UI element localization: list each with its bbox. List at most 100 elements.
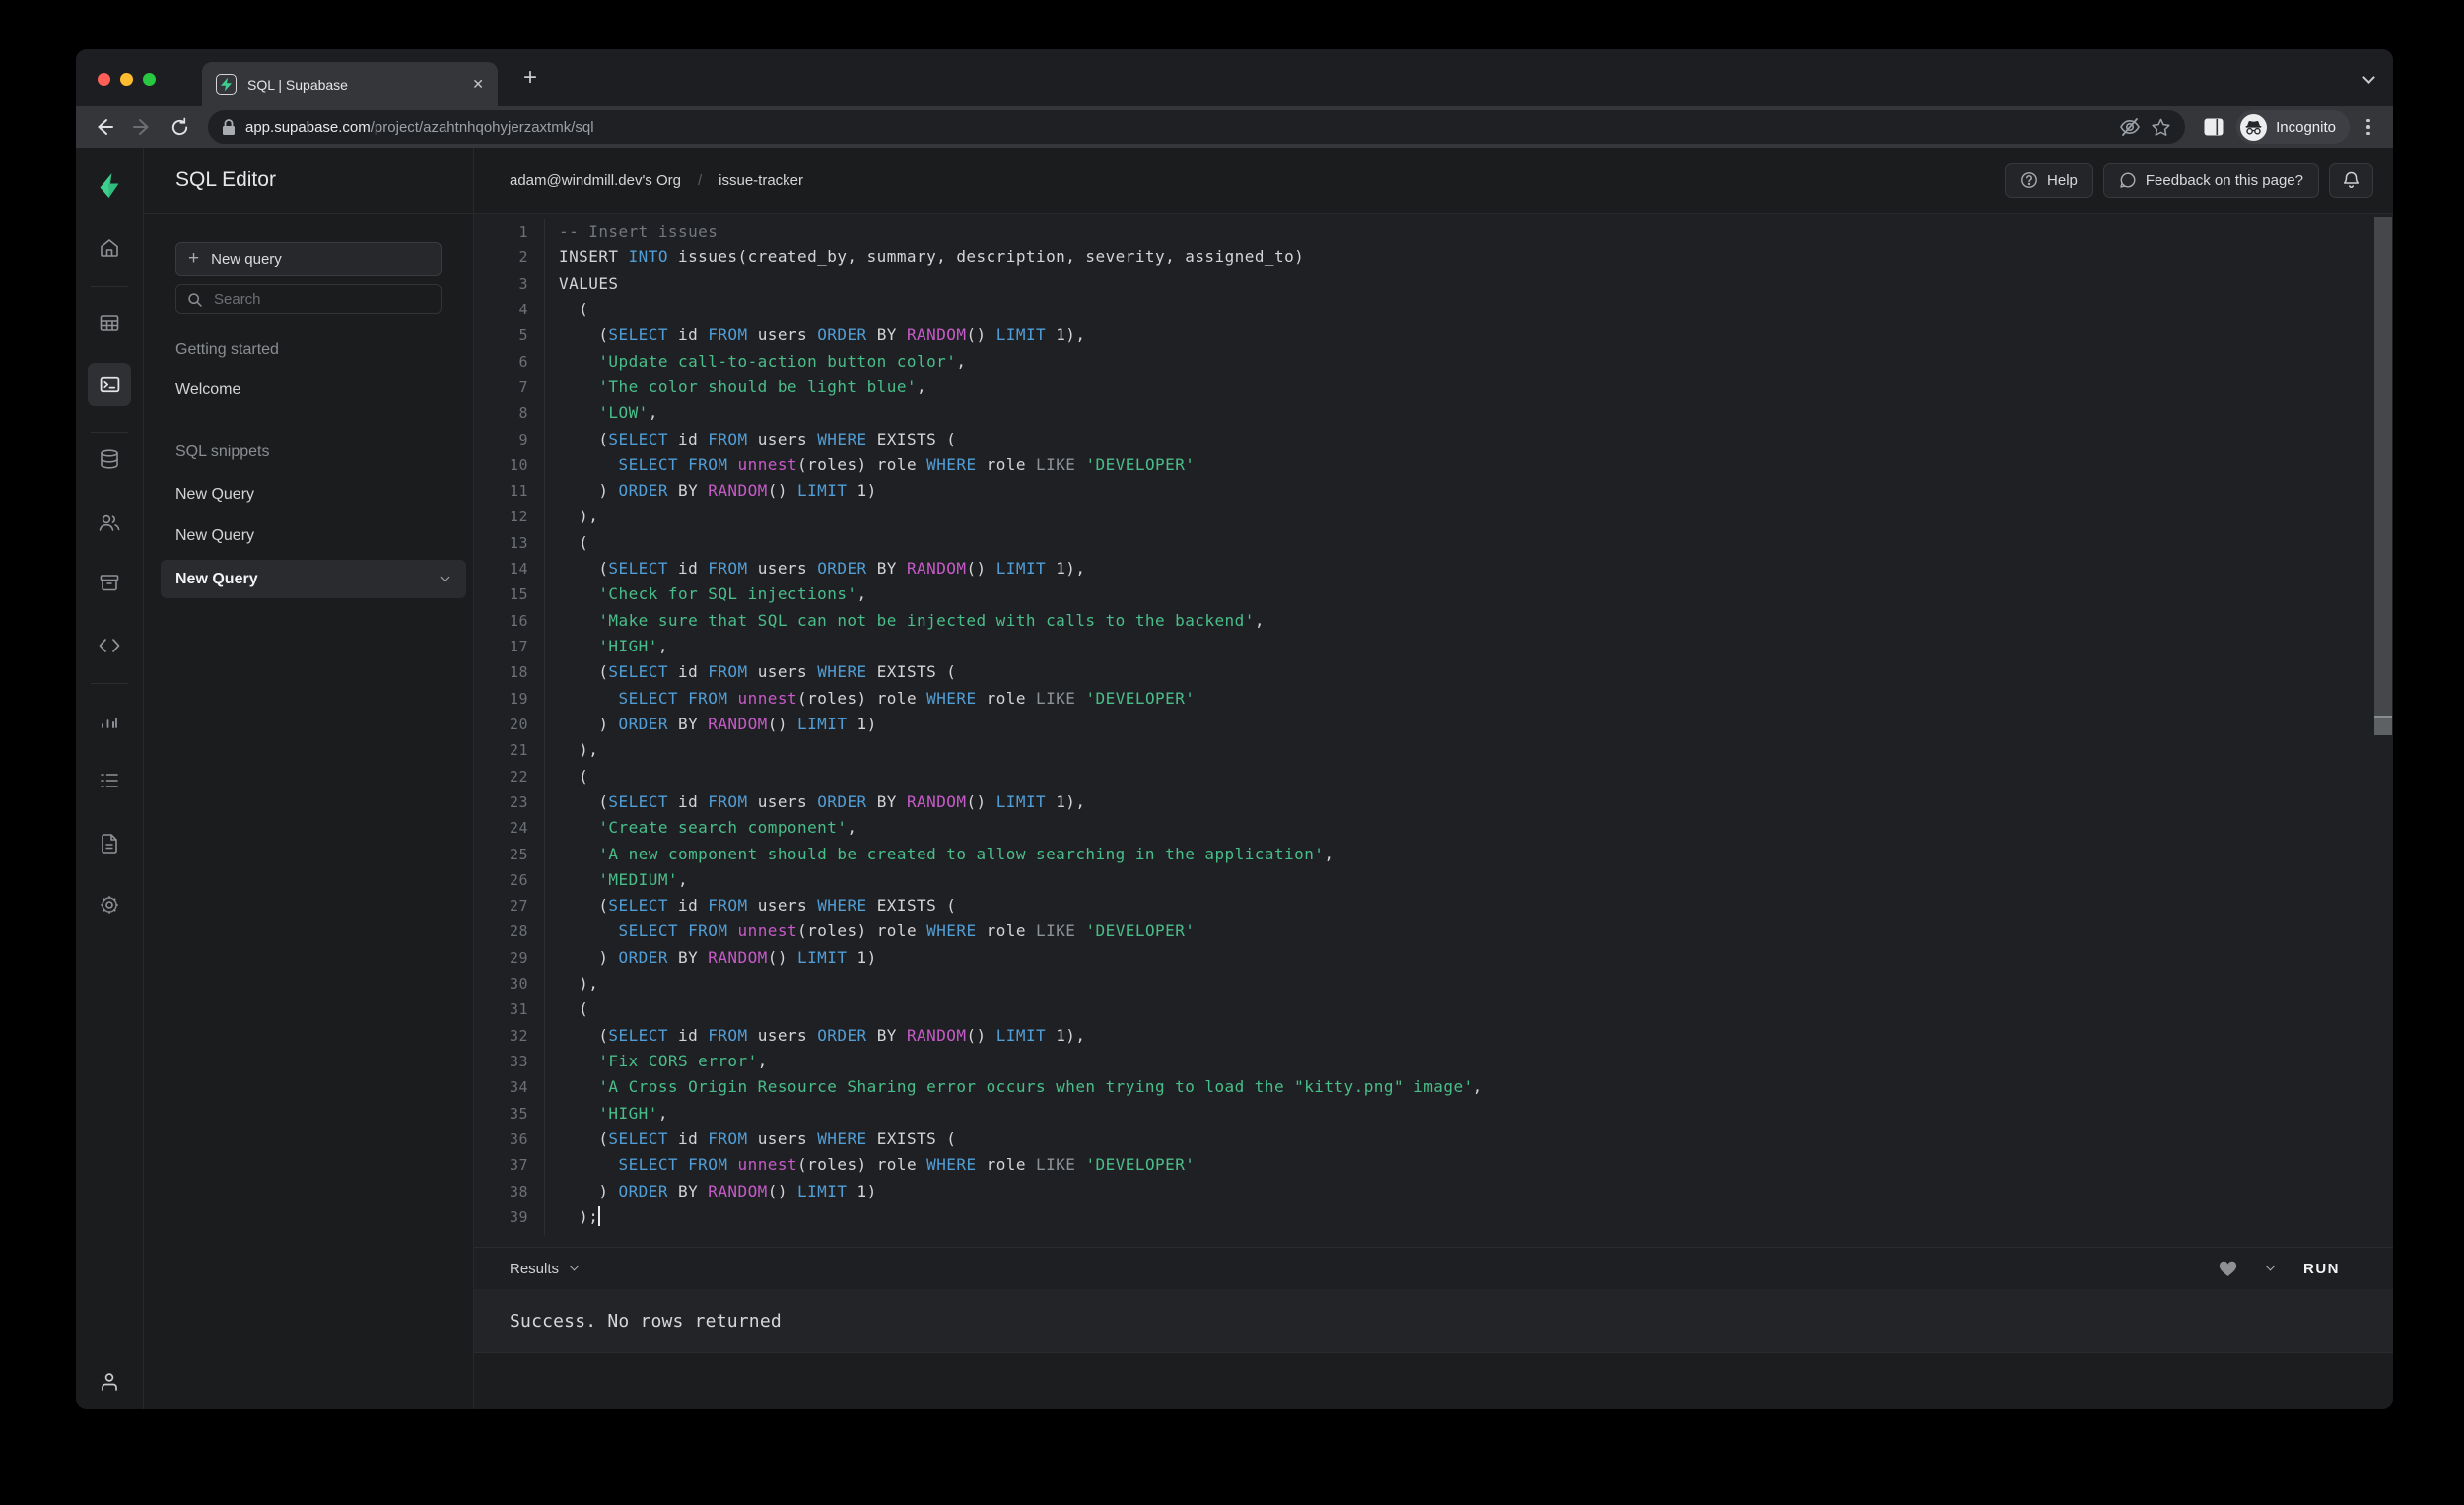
code-line[interactable]: 11 ) ORDER BY RANDOM() LIMIT 1) <box>474 478 2373 504</box>
storage-icon[interactable] <box>88 561 131 604</box>
breadcrumb-separator: / <box>697 171 703 189</box>
incognito-badge[interactable]: Incognito <box>2236 110 2350 144</box>
results-toggle[interactable]: Results <box>510 1261 580 1277</box>
code-line[interactable]: 12 ), <box>474 504 2373 529</box>
url-bar[interactable]: app.supabase.com/project/azahtnhqohyjerz… <box>208 110 2186 144</box>
sidebar-item-new-query-active[interactable]: New Query <box>161 560 466 598</box>
code-line[interactable]: 32 (SELECT id FROM users ORDER BY RANDOM… <box>474 1023 2373 1049</box>
code-line[interactable]: 6 'Update call-to-action button color', <box>474 349 2373 375</box>
settings-gear-icon[interactable] <box>88 883 131 926</box>
line-number: 37 <box>510 1156 528 1175</box>
code-line[interactable]: 31 ( <box>474 996 2373 1022</box>
search-input[interactable] <box>175 284 442 314</box>
table-editor-icon[interactable] <box>88 302 131 345</box>
tab-strip: SQL | Supabase ✕ + <box>76 49 2393 106</box>
zoom-window-button[interactable] <box>143 73 156 86</box>
code-line[interactable]: 10 SELECT FROM unnest(roles) role WHERE … <box>474 452 2373 478</box>
auth-users-icon[interactable] <box>88 501 131 544</box>
code-line[interactable]: 14 (SELECT id FROM users ORDER BY RANDOM… <box>474 556 2373 581</box>
run-options-chevron-icon[interactable] <box>2265 1261 2276 1271</box>
feedback-button[interactable]: Feedback on this page? <box>2102 163 2319 198</box>
new-query-button[interactable]: + New query <box>175 242 442 276</box>
line-number: 27 <box>510 897 528 916</box>
favorite-heart-icon[interactable] <box>2219 1261 2237 1277</box>
breadcrumb-org[interactable]: adam@windmill.dev's Org <box>510 172 681 189</box>
code-line[interactable]: 37 SELECT FROM unnest(roles) role WHERE … <box>474 1152 2373 1178</box>
docs-icon[interactable] <box>88 822 131 865</box>
line-number: 17 <box>510 638 528 655</box>
scrollbar-thumb[interactable] <box>2374 217 2392 716</box>
code-line[interactable]: 3 VALUES <box>474 271 2373 297</box>
code-line[interactable]: 23 (SELECT id FROM users ORDER BY RANDOM… <box>474 789 2373 815</box>
code-line[interactable]: 35 'HIGH', <box>474 1101 2373 1127</box>
code-line[interactable]: 21 ), <box>474 737 2373 763</box>
minimize-window-button[interactable] <box>120 73 133 86</box>
bookmark-star-icon[interactable] <box>2151 117 2171 138</box>
eye-off-icon[interactable] <box>2119 116 2141 138</box>
scrollbar-thumb-tip[interactable] <box>2374 716 2392 735</box>
code-line[interactable]: 28 SELECT FROM unnest(roles) role WHERE … <box>474 919 2373 944</box>
code-line[interactable]: 22 ( <box>474 764 2373 789</box>
code-line[interactable]: 30 ), <box>474 971 2373 996</box>
notifications-button[interactable] <box>2329 163 2373 198</box>
code-line[interactable]: 8 'LOW', <box>474 400 2373 426</box>
database-icon[interactable] <box>88 438 131 481</box>
code-line[interactable]: 19 SELECT FROM unnest(roles) role WHERE … <box>474 686 2373 712</box>
browser-tab[interactable]: SQL | Supabase ✕ <box>202 62 498 106</box>
close-window-button[interactable] <box>98 73 110 86</box>
code-line[interactable]: 39 ); <box>474 1204 2373 1230</box>
code-line[interactable]: 16 'Make sure that SQL can not be inject… <box>474 608 2373 634</box>
code-line[interactable]: 25 'A new component should be created to… <box>474 842 2373 867</box>
code-line[interactable]: 26 'MEDIUM', <box>474 867 2373 893</box>
supabase-logo[interactable] <box>88 164 131 207</box>
code-line[interactable]: 33 'Fix CORS error', <box>474 1049 2373 1074</box>
code-line[interactable]: 4 ( <box>474 297 2373 322</box>
back-button[interactable] <box>90 112 119 142</box>
sidebar-item-new-query-1[interactable]: New Query <box>175 486 254 504</box>
help-button[interactable]: Help <box>2005 163 2093 198</box>
supabase-favicon-icon <box>216 74 237 95</box>
home-icon[interactable] <box>88 227 131 270</box>
code-line[interactable]: 15 'Check for SQL injections', <box>474 581 2373 607</box>
editor-scrollbar[interactable] <box>2374 217 2392 1242</box>
lock-icon <box>222 118 236 136</box>
tab-close-icon[interactable]: ✕ <box>472 76 484 93</box>
reports-icon[interactable] <box>88 699 131 742</box>
browser-menu-icon[interactable] <box>2358 118 2379 136</box>
sidebar-item-welcome[interactable]: Welcome <box>175 381 240 399</box>
code-line[interactable]: 2 INSERT INTO issues(created_by, summary,… <box>474 244 2373 270</box>
code-line[interactable]: 29 ) ORDER BY RANDOM() LIMIT 1) <box>474 945 2373 971</box>
run-button[interactable]: RUN <box>2303 1261 2340 1277</box>
account-icon[interactable] <box>88 1360 131 1403</box>
code-editor[interactable]: 1 -- Insert issues 2 INSERT INTO issues(cre… <box>474 214 2393 1247</box>
code-line[interactable]: 24 'Create search component', <box>474 815 2373 841</box>
code-line[interactable]: 5 (SELECT id FROM users ORDER BY RANDOM(… <box>474 322 2373 348</box>
code-line[interactable]: 34 'A Cross Origin Resource Sharing erro… <box>474 1074 2373 1100</box>
code-line[interactable]: 36 (SELECT id FROM users WHERE EXISTS ( <box>474 1127 2373 1152</box>
new-tab-button[interactable]: + <box>515 61 545 95</box>
reload-button[interactable] <box>165 112 194 142</box>
line-number: 4 <box>518 300 528 318</box>
code-line[interactable]: 27 (SELECT id FROM users WHERE EXISTS ( <box>474 893 2373 919</box>
forward-button[interactable] <box>127 112 157 142</box>
tab-title: SQL | Supabase <box>247 76 348 93</box>
code-line[interactable]: 38 ) ORDER BY RANDOM() LIMIT 1) <box>474 1179 2373 1204</box>
line-number: 31 <box>510 1000 528 1019</box>
bell-icon <box>2343 171 2360 188</box>
breadcrumb-project[interactable]: issue-tracker <box>719 172 803 189</box>
code-line[interactable]: 17 'HIGH', <box>474 634 2373 659</box>
code-line[interactable]: 13 ( <box>474 530 2373 556</box>
page-title: SQL Editor <box>175 169 276 191</box>
code-line[interactable]: 7 'The color should be light blue', <box>474 375 2373 400</box>
sql-editor-icon[interactable] <box>88 363 131 406</box>
code-line[interactable]: 20 ) ORDER BY RANDOM() LIMIT 1) <box>474 712 2373 737</box>
side-panel-icon[interactable] <box>2199 112 2228 142</box>
code-line[interactable]: 9 (SELECT id FROM users WHERE EXISTS ( <box>474 427 2373 452</box>
code-line[interactable]: 18 (SELECT id FROM users WHERE EXISTS ( <box>474 659 2373 685</box>
line-number: 33 <box>510 1053 528 1070</box>
code-line[interactable]: 1 -- Insert issues <box>474 219 2373 244</box>
sidebar-item-new-query-2[interactable]: New Query <box>175 527 254 545</box>
logs-icon[interactable] <box>88 759 131 802</box>
api-code-icon[interactable] <box>88 624 131 667</box>
tab-search-chevron-icon[interactable] <box>2362 71 2375 84</box>
